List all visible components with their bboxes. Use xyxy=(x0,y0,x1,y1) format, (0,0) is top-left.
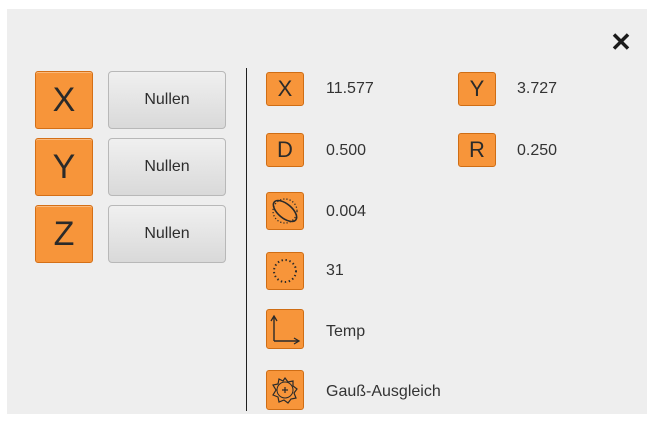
ellipse-form-icon xyxy=(266,192,304,230)
axis-x-button[interactable]: X xyxy=(35,71,93,129)
d-value: 0.500 xyxy=(326,142,367,159)
x-badge: X xyxy=(266,72,304,106)
r-value: 0.250 xyxy=(517,142,558,159)
axis-y-button[interactable]: Y xyxy=(35,138,93,196)
d-badge: D xyxy=(266,133,304,167)
gauss-label: Gauß-Ausgleich xyxy=(326,383,441,400)
y-badge: Y xyxy=(458,72,496,106)
circle-points-icon xyxy=(266,252,304,290)
null-y-button[interactable]: Nullen xyxy=(108,138,226,196)
gauss-fit-icon xyxy=(266,370,304,410)
divider xyxy=(246,68,247,411)
form-value: 0.004 xyxy=(326,203,367,220)
y-value: 3.727 xyxy=(517,80,558,97)
x-value: 11.577 xyxy=(326,80,374,97)
null-z-button[interactable]: Nullen xyxy=(108,205,226,263)
points-value: 31 xyxy=(326,262,344,279)
null-x-button[interactable]: Nullen xyxy=(108,71,226,129)
axis-z-button[interactable]: Z xyxy=(35,205,93,263)
r-badge: R xyxy=(458,133,496,167)
temp-label: Temp xyxy=(326,323,366,340)
axis-corner-icon xyxy=(266,309,304,349)
close-icon[interactable]: ✕ xyxy=(609,29,633,55)
